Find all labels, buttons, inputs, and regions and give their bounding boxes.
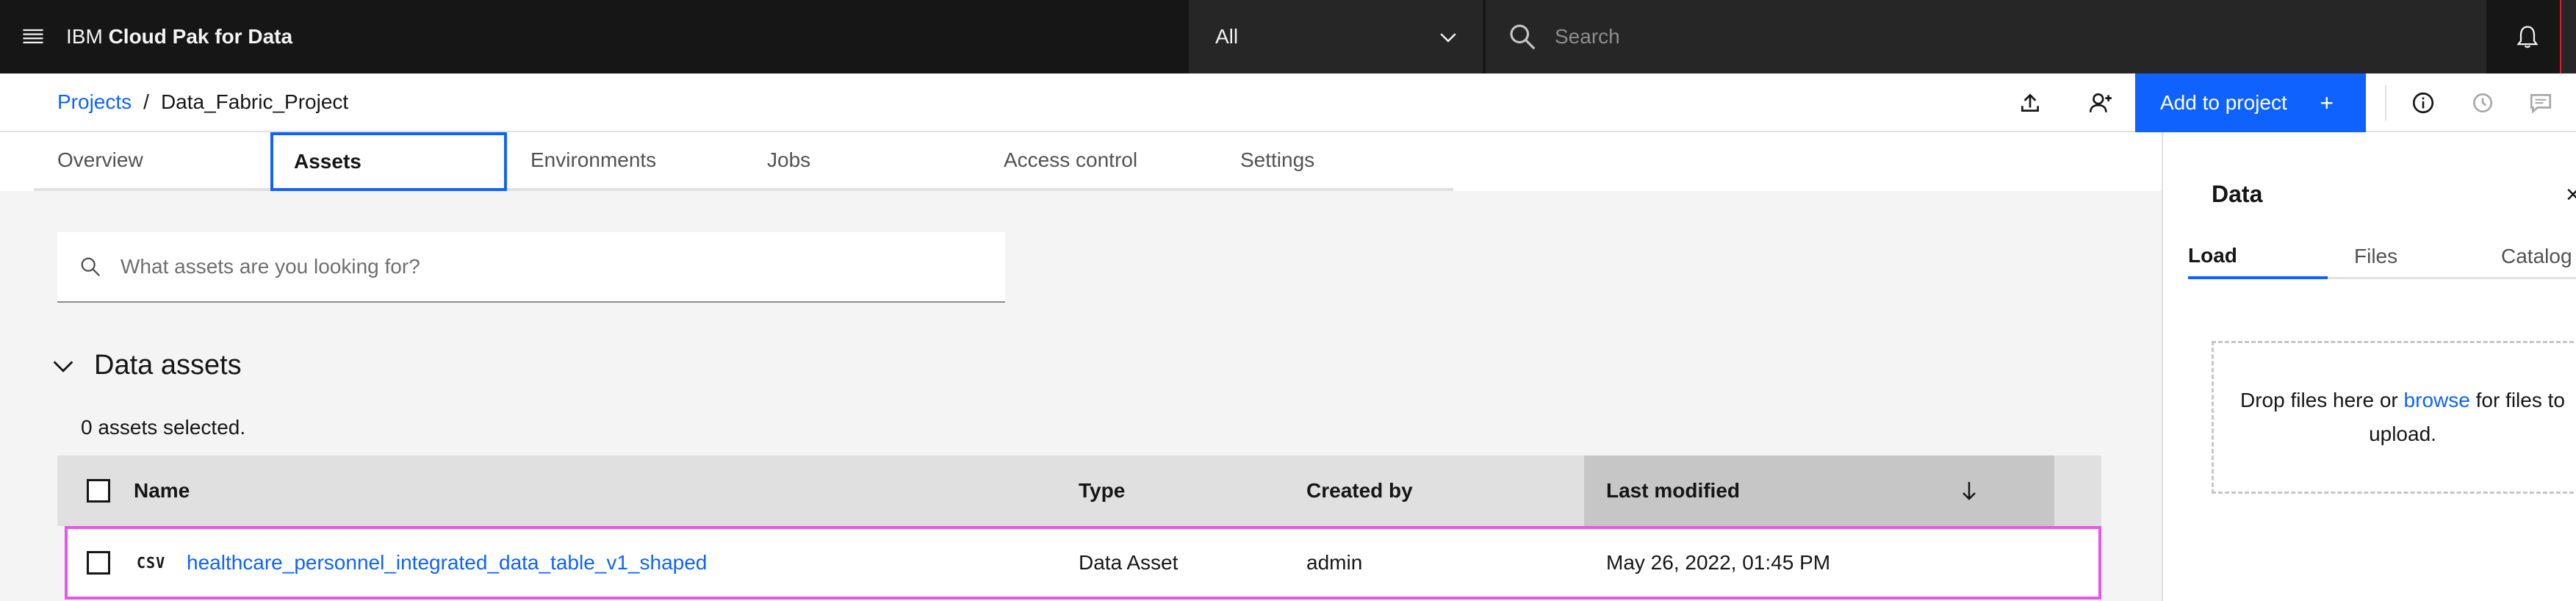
user-avatar[interactable] bbox=[2560, 0, 2576, 73]
tab-assets[interactable]: Assets bbox=[270, 132, 507, 191]
row-checkbox[interactable] bbox=[87, 551, 110, 575]
file-drop-zone[interactable]: Drop files here or browse for files to u… bbox=[2212, 341, 2576, 494]
asset-search-input[interactable] bbox=[120, 255, 929, 278]
breadcrumb-separator: / bbox=[143, 90, 149, 113]
product-brand[interactable]: IBM Cloud Pak for Data bbox=[66, 25, 292, 48]
tab-overview[interactable]: Overview bbox=[34, 132, 270, 191]
tab-access-control[interactable]: Access control bbox=[980, 132, 1217, 191]
row-checkbox-cell bbox=[87, 529, 110, 597]
add-to-project-label: Add to project bbox=[2160, 91, 2287, 114]
table-header: Name Type Created by Last modified bbox=[57, 456, 2101, 526]
browse-link[interactable]: browse bbox=[2404, 389, 2470, 411]
sort-arrow-down-icon[interactable] bbox=[1957, 456, 1981, 526]
column-header-name[interactable]: Name bbox=[134, 456, 190, 526]
drop-zone-text: Drop files here or browse for files to u… bbox=[2228, 384, 2576, 451]
panel-tabs: Load Files Catalog bbox=[2188, 235, 2576, 279]
hamburger-menu-icon[interactable] bbox=[0, 0, 66, 73]
tab-settings[interactable]: Settings bbox=[1217, 132, 1453, 191]
panel-tab-load[interactable]: Load bbox=[2188, 235, 2328, 279]
breadcrumb-current: Data_Fabric_Project bbox=[160, 90, 349, 113]
csv-file-icon: CSV bbox=[137, 554, 166, 572]
brand-prefix: IBM bbox=[66, 25, 103, 48]
panel-tab-files[interactable]: Files bbox=[2328, 235, 2472, 279]
plus-icon: + bbox=[2320, 89, 2334, 116]
history-icon[interactable] bbox=[2453, 73, 2511, 132]
chevron-down-icon bbox=[1440, 33, 1456, 43]
asset-created-by: admin bbox=[1306, 551, 1363, 574]
info-icon[interactable] bbox=[2394, 73, 2453, 132]
notifications-icon[interactable] bbox=[2498, 0, 2557, 73]
panel-tab-catalog[interactable]: Catalog bbox=[2472, 235, 2576, 279]
selected-count: 0 assets selected. bbox=[81, 416, 246, 439]
toolbar-divider bbox=[2385, 85, 2386, 120]
upload-icon[interactable] bbox=[1997, 73, 2063, 132]
chevron-down-icon bbox=[53, 360, 73, 373]
scope-value: All bbox=[1215, 25, 1239, 48]
tab-jobs[interactable]: Jobs bbox=[744, 132, 980, 191]
table-row[interactable]: CSV healthcare_personnel_integrated_data… bbox=[65, 526, 2101, 600]
search-icon[interactable] bbox=[1508, 22, 1537, 51]
section-title: Data assets bbox=[94, 350, 242, 381]
add-to-project-button[interactable]: Add to project + bbox=[2135, 73, 2366, 132]
breadcrumb-projects-link[interactable]: Projects bbox=[57, 90, 132, 114]
brand-name: Cloud Pak for Data bbox=[108, 25, 293, 48]
column-header-type[interactable]: Type bbox=[1079, 456, 1125, 526]
asset-type: Data Asset bbox=[1079, 551, 1179, 574]
column-header-created-by[interactable]: Created by bbox=[1306, 456, 1413, 526]
asset-last-modified: May 26, 2022, 01:45 PM bbox=[1606, 551, 1831, 574]
select-all-checkbox[interactable] bbox=[87, 479, 110, 503]
add-collaborator-icon[interactable] bbox=[2068, 73, 2134, 132]
search-scope-dropdown[interactable]: All bbox=[1189, 0, 1484, 73]
global-search-input[interactable] bbox=[1555, 25, 2289, 48]
asset-name-link[interactable]: healthcare_personnel_integrated_data_tab… bbox=[187, 551, 707, 575]
search-icon bbox=[81, 257, 101, 277]
data-side-panel: Data × Load Files Catalog Drop files her… bbox=[2162, 132, 2576, 601]
comments-icon[interactable] bbox=[2511, 73, 2570, 132]
panel-title: Data bbox=[2212, 181, 2263, 207]
drop-text-start: Drop files here or bbox=[2240, 389, 2404, 411]
data-assets-section-toggle[interactable]: Data assets bbox=[50, 350, 242, 381]
tab-environments[interactable]: Environments bbox=[507, 132, 744, 191]
select-all-checkbox-cell bbox=[87, 456, 110, 526]
asset-search bbox=[57, 232, 1005, 303]
close-icon[interactable]: × bbox=[2566, 181, 2576, 209]
project-tabs: Overview Assets Environments Jobs Access… bbox=[34, 132, 1453, 191]
column-header-last-modified[interactable]: Last modified bbox=[1606, 456, 1740, 526]
global-search bbox=[1486, 0, 2486, 73]
